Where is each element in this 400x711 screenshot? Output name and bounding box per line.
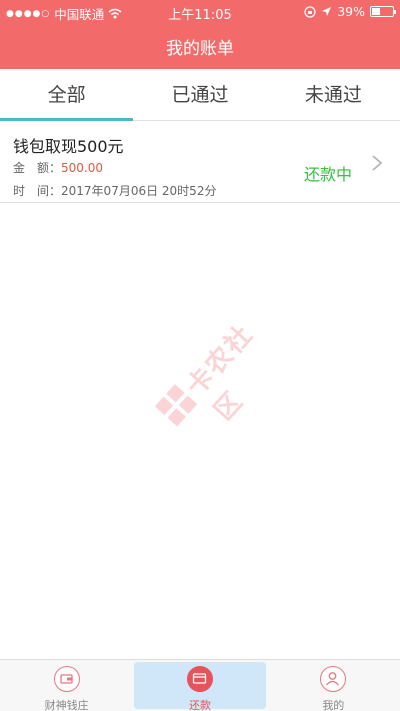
watermark-logo-icon bbox=[154, 384, 198, 427]
location-icon bbox=[322, 7, 332, 16]
watermark-text: 卡农社区 bbox=[181, 319, 260, 427]
chevron-right-icon bbox=[372, 155, 383, 171]
bill-title: 钱包取现500元 bbox=[13, 137, 124, 156]
bill-amount-row: 金 额：500.00 bbox=[13, 159, 103, 176]
bottom-nav-repay[interactable]: 还款 bbox=[133, 660, 266, 711]
bottom-nav-profile-label: 我的 bbox=[322, 699, 345, 711]
tab-all[interactable]: 全部 bbox=[0, 69, 134, 121]
tab-approved[interactable]: 已通过 bbox=[133, 69, 266, 120]
repay-card-icon bbox=[186, 666, 213, 692]
bottom-nav-repay-label: 还款 bbox=[188, 699, 211, 711]
tab-rejected[interactable]: 未通过 bbox=[267, 69, 400, 120]
bottom-nav-wallet[interactable]: 财神钱庄 bbox=[0, 660, 133, 711]
bottom-nav-wallet-label: 财神钱庄 bbox=[44, 699, 89, 711]
page-title: 我的账单 bbox=[166, 39, 234, 59]
bill-list-item[interactable]: 钱包取现500元 金 额：500.00 时 间：2017年07月06日 20时5… bbox=[0, 123, 400, 203]
time-label: 时 间： bbox=[13, 184, 62, 198]
battery-percent: 39% bbox=[337, 4, 365, 19]
amount-label: 金 额： bbox=[13, 161, 62, 175]
battery-icon bbox=[370, 6, 396, 17]
watermark: 卡农社区 bbox=[109, 259, 321, 471]
wallet-icon bbox=[53, 666, 80, 692]
bill-status-badge: 还款中 bbox=[303, 165, 352, 184]
bottom-navigation: 财神钱庄 还款 我的 bbox=[0, 659, 400, 711]
user-icon bbox=[320, 666, 347, 692]
app-header: ●●●●○ 中国联通 上午11:05 39% 我的账单 bbox=[0, 0, 400, 69]
bottom-nav-profile[interactable]: 我的 bbox=[267, 660, 400, 711]
filter-tabs: 全部 已通过 未通过 bbox=[0, 69, 400, 121]
status-bar: ●●●●○ 中国联通 上午11:05 39% bbox=[0, 0, 400, 24]
amount-value: 500.00 bbox=[61, 161, 104, 175]
orientation-lock-icon bbox=[304, 5, 316, 18]
time-value: 2017年07月06日 20时52分 bbox=[61, 184, 217, 198]
bill-time-row: 时 间：2017年07月06日 20时52分 bbox=[13, 182, 216, 199]
